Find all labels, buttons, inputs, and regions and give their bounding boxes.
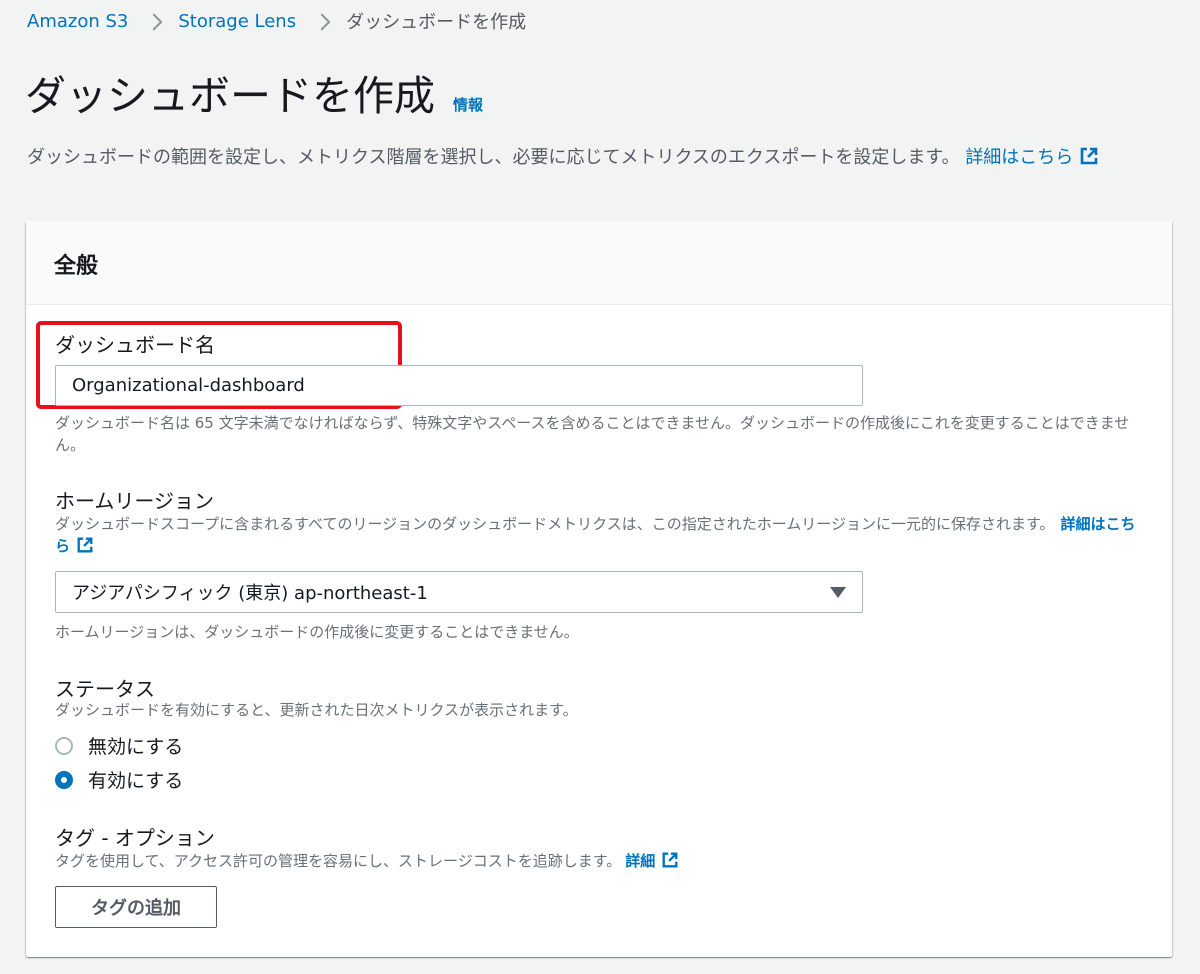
tags-learn-more-link[interactable]: 詳細 [625,852,679,870]
home-region-select[interactable]: アジアパシフィック (東京) ap-northeast-1 [55,571,863,613]
home-region-description-text: ダッシュボードスコープに含まれるすべてのリージョンのダッシュボードメトリクスは、… [55,515,1055,533]
home-region-description: ダッシュボードスコープに含まれるすべてのリージョンのダッシュボードメトリクスは、… [55,513,1145,557]
page-description: ダッシュボードの範囲を設定し、メトリクス階層を選択し、必要に応じてメトリクスのエ… [27,143,1177,172]
status-option-disable[interactable]: 無効にする [55,732,183,759]
caret-down-icon [830,586,846,598]
external-link-icon [662,852,678,868]
radio-button-disable[interactable] [55,736,73,755]
page-description-text: ダッシュボードの範囲を設定し、メトリクス階層を選択し、必要に応じてメトリクスのエ… [27,147,960,168]
breadcrumb: Amazon S3 Storage Lens ダッシュボードを作成 [27,8,526,34]
breadcrumb-amazon-s3[interactable]: Amazon S3 [27,11,128,32]
page-title-text: ダッシュボードを作成 [25,72,435,120]
external-link-icon [77,537,93,553]
tags-description: タグを使用して、アクセス許可の管理を容易にし、ストレージコストを追跡します。 詳細 [55,850,1145,872]
radio-button-enable[interactable] [55,770,73,789]
chevron-right-icon [313,13,331,30]
external-link-icon [1081,147,1098,165]
dashboard-name-label: ダッシュボード名 [55,333,215,357]
add-tag-button[interactable]: タグの追加 [55,886,217,928]
tags-description-text: タグを使用して、アクセス許可の管理を容易にし、ストレージコストを追跡します。 [55,852,622,870]
learn-more-link-text: 詳細はこちら [965,147,1074,168]
chevron-right-icon [145,13,163,30]
breadcrumb-current: ダッシュボードを作成 [346,12,527,33]
status-option-enable[interactable]: 有効にする [55,766,183,793]
tags-label: タグ - オプション [55,826,215,850]
status-option-disable-label: 無効にする [88,736,184,758]
dashboard-name-input[interactable] [55,365,863,406]
page-title: ダッシュボードを作成 情報 [25,70,483,131]
breadcrumb-storage-lens[interactable]: Storage Lens [178,11,296,32]
learn-more-link[interactable]: 詳細はこちら [965,147,1099,168]
home-region-selected-value: アジアパシフィック (東京) ap-northeast-1 [72,583,428,604]
status-option-enable-label: 有効にする [88,770,184,792]
tags-learn-more-text: 詳細 [625,852,656,870]
general-panel: 全般 ダッシュボード名 ダッシュボード名は 65 文字未満でなければならず、特殊… [26,221,1172,957]
dashboard-name-hint: ダッシュボード名は 65 文字未満でなければならず、特殊文字やスペースを含めるこ… [55,414,1130,454]
info-link[interactable]: 情報 [453,79,483,131]
status-label: ステータス [55,677,155,701]
panel-header: 全般 [26,221,1172,305]
status-description: ダッシュボードを有効にすると、更新された日次メトリクスが表示されます。 [55,701,578,719]
home-region-hint: ホームリージョンは、ダッシュボードの作成後に変更することはできません。 [55,623,579,641]
home-region-label: ホームリージョン [55,489,214,513]
panel-heading: 全般 [54,254,99,279]
